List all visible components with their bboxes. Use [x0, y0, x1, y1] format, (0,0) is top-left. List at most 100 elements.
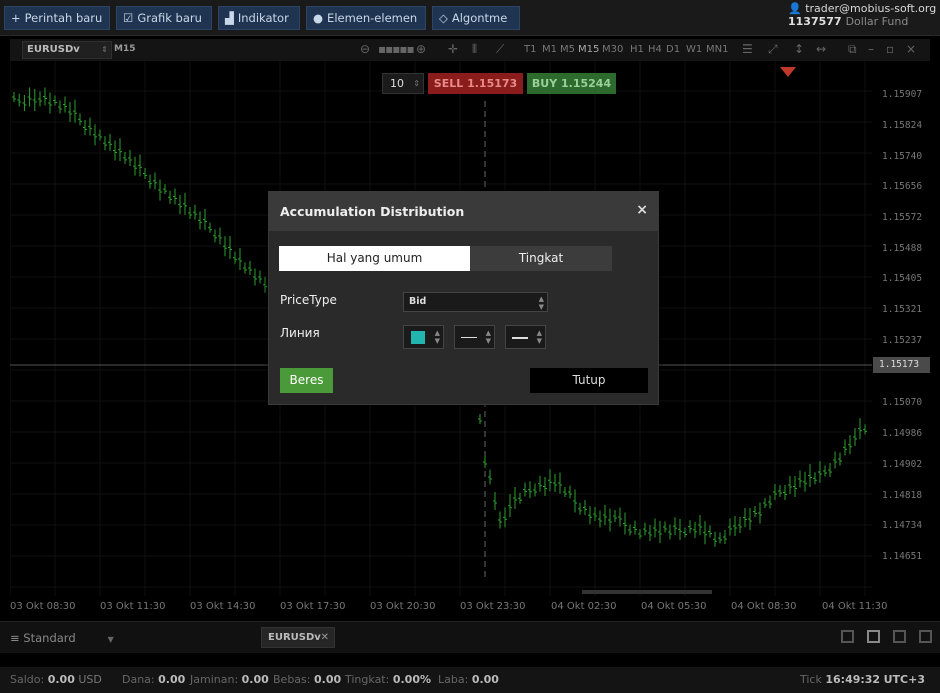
close-icon[interactable]: ×: [636, 202, 648, 218]
price-type-select[interactable]: Bid ▲ ▼: [403, 292, 548, 312]
price-tick: 1.15656: [882, 181, 923, 192]
price-tick: 1.15237: [882, 335, 923, 346]
bar-chart-icon: ▟: [225, 11, 234, 25]
line-label: Линия: [280, 326, 320, 340]
timeframe-label: M15: [114, 44, 136, 54]
current-price-label: 1.15173: [873, 357, 930, 373]
zoom-out-icon[interactable]: ⊖: [360, 42, 370, 56]
timeframe-mn1[interactable]: MN1: [706, 44, 728, 55]
color-swatch: [411, 331, 425, 344]
line-style-select[interactable]: ▲ ▼: [454, 325, 495, 349]
diamond-icon: ◇: [439, 11, 448, 25]
price-tick: 1.14734: [882, 520, 923, 531]
expand-icon[interactable]: ⤢: [768, 42, 778, 57]
price-tick: 1.15572: [882, 212, 923, 223]
ok-button[interactable]: Beres: [280, 368, 333, 393]
timeframe-h1[interactable]: H1: [630, 44, 644, 55]
indicator-settings-dialog: Accumulation Distribution × Hal yang umu…: [268, 191, 659, 405]
account-info[interactable]: 👤 trader@mobius-soft.org 1137577 Dollar F…: [788, 2, 936, 28]
sell-button[interactable]: SELL 1.15173: [428, 73, 523, 94]
zoom-slider-icon[interactable]: ▪▪▪▪▪: [378, 42, 415, 56]
dana-label: Dana:: [122, 673, 155, 686]
tingkat-value: 0.00%: [392, 673, 431, 686]
layers-icon[interactable]: ☰: [742, 42, 753, 56]
timeframe-t1[interactable]: T1: [524, 44, 536, 55]
laba-value: 0.00: [471, 673, 499, 686]
close-icon[interactable]: ×: [906, 42, 916, 56]
time-tick: 03 Okt 14:30: [190, 601, 256, 612]
timeframe-w1[interactable]: W1: [686, 44, 702, 55]
user-icon: 👤: [788, 2, 802, 15]
layout-grid-icon[interactable]: [867, 630, 880, 643]
timeframe-m1[interactable]: M1: [542, 44, 557, 55]
timeframe-h4[interactable]: H4: [648, 44, 662, 55]
popout-icon[interactable]: ⧉: [848, 42, 857, 57]
dialog-header: Accumulation Distribution ×: [269, 192, 658, 231]
plus-icon: +: [11, 11, 21, 25]
zoom-in-icon[interactable]: ⊕: [416, 42, 426, 56]
price-tick: 1.15321: [882, 304, 923, 315]
quantity-stepper[interactable]: 10 ⇕: [382, 73, 424, 94]
indicator-button[interactable]: ▟ Indikator: [218, 6, 300, 30]
spinner-icon: ⇕: [413, 79, 420, 88]
time-tick: 03 Okt 20:30: [370, 601, 436, 612]
tab-level[interactable]: Tingkat: [470, 246, 612, 271]
timeframe-m30[interactable]: M30: [602, 44, 623, 55]
line-width-sample: [512, 337, 528, 339]
bebas-value: 0.00: [313, 673, 342, 686]
time-tick: 04 Okt 11:30: [822, 601, 888, 612]
symbol-tab[interactable]: EURUSDv ✕: [261, 627, 335, 648]
maximize-icon[interactable]: ▫: [886, 42, 894, 56]
close-tab-icon[interactable]: ✕: [321, 628, 329, 647]
spinner-icon: ▲ ▼: [434, 329, 440, 345]
minimize-icon[interactable]: –: [868, 42, 874, 56]
jaminan-label: Jaminan:: [190, 673, 239, 686]
line-color-picker[interactable]: ▲ ▼: [403, 325, 444, 349]
price-type-label: PriceType: [280, 293, 337, 307]
status-bar: Saldo: 0.00 USD Dana: 0.00 Jaminan: 0.00…: [0, 667, 940, 693]
bebas-label: Bebas:: [273, 673, 311, 686]
layout-rows-icon[interactable]: [919, 630, 932, 643]
menu-icon: ≡: [10, 631, 20, 645]
price-tick: 1.15740: [882, 151, 923, 162]
line-width-select[interactable]: ▲ ▼: [505, 325, 546, 349]
price-tick: 1.14651: [882, 551, 923, 562]
tingkat-label: Tingkat:: [345, 673, 390, 686]
price-tick: 1.15405: [882, 273, 923, 284]
timeframe-d1[interactable]: D1: [666, 44, 680, 55]
timeframe-m15[interactable]: M15: [578, 44, 599, 55]
symbol-select[interactable]: EURUSDv ⇕: [22, 41, 112, 59]
time-tick: 04 Okt 08:30: [731, 601, 797, 612]
line-tool-icon[interactable]: ⟋: [496, 42, 504, 57]
elements-button[interactable]: ● Elemen-elemen: [306, 6, 426, 30]
close-button[interactable]: Tutup: [530, 368, 648, 393]
time-tick: 03 Okt 11:30: [100, 601, 166, 612]
tick-label: Tick: [800, 673, 822, 686]
new-order-button[interactable]: + Perintah baru: [4, 6, 110, 30]
buy-button[interactable]: BUY 1.15244: [527, 73, 616, 94]
alert-marker: [780, 67, 796, 77]
workspace-select[interactable]: ≡ Standard ▼: [10, 631, 114, 645]
time-tick: 03 Okt 23:30: [460, 601, 526, 612]
bars-icon[interactable]: ⫴: [472, 42, 477, 57]
price-tick: 1.15907: [882, 89, 923, 100]
spinner-icon: ⇕: [101, 45, 108, 54]
line-style-sample: [461, 337, 477, 338]
tab-general[interactable]: Hal yang umum: [279, 246, 470, 271]
spinner-icon: ▲ ▼: [538, 295, 544, 311]
layout-single-icon[interactable]: [841, 630, 854, 643]
timezone[interactable]: UTC+3: [884, 673, 925, 686]
algo-button[interactable]: ◇ Algontme: [432, 6, 520, 30]
new-chart-button[interactable]: ☑ Grafik baru: [116, 6, 212, 30]
timeframe-m5[interactable]: M5: [560, 44, 575, 55]
account-fund: Dollar Fund: [845, 15, 909, 28]
spinner-icon: ▲ ▼: [536, 329, 542, 345]
horizontal-arrows-icon[interactable]: ↔: [816, 42, 826, 56]
vertical-arrows-icon[interactable]: ↕: [794, 42, 804, 56]
price-tick: 1.15488: [882, 243, 923, 254]
layout-columns-icon[interactable]: [893, 630, 906, 643]
crosshair-icon[interactable]: ✛: [448, 42, 458, 56]
jaminan-value: 0.00: [241, 673, 269, 686]
workspace-bar: ≡ Standard ▼ EURUSDv ✕: [0, 621, 940, 653]
elements-icon: ●: [313, 11, 324, 25]
